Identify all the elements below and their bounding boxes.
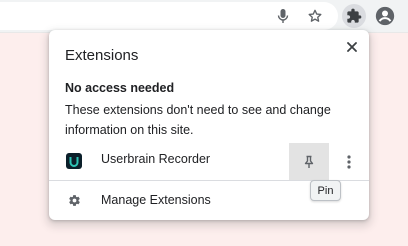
more-vertical-icon[interactable] <box>339 143 359 181</box>
manage-extensions-label: Manage Extensions <box>101 193 211 207</box>
section-description: These extensions don't need to see and c… <box>65 103 331 137</box>
extension-name: Userbrain Recorder <box>101 152 211 166</box>
pin-icon <box>304 155 314 168</box>
gear-icon <box>68 194 81 212</box>
pin-button[interactable] <box>289 143 329 181</box>
star-icon[interactable] <box>303 4 327 28</box>
browser-toolbar <box>0 0 408 33</box>
pin-tooltip: Pin <box>310 180 341 201</box>
close-icon[interactable] <box>341 36 363 58</box>
popup-title: Extensions <box>65 47 139 64</box>
userbrain-logo-icon <box>66 153 82 169</box>
profile-icon[interactable] <box>373 4 397 28</box>
section-heading: No access needed <box>65 81 175 95</box>
puzzle-icon[interactable] <box>342 4 366 28</box>
extension-row-userbrain[interactable]: Userbrain Recorder <box>49 143 369 181</box>
microphone-icon[interactable] <box>271 4 295 28</box>
